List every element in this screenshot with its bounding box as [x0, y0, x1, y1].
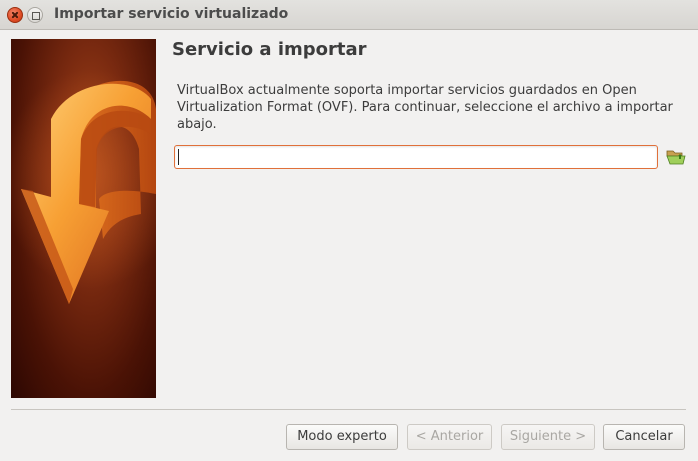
wizard-banner-image	[11, 39, 156, 398]
maximize-window-button[interactable]	[27, 7, 43, 23]
text-caret	[178, 149, 179, 165]
cancel-button[interactable]: Cancelar	[603, 424, 685, 450]
next-button[interactable]: Siguiente >	[501, 424, 595, 450]
title-bar[interactable]: Importar servicio virtualizado	[0, 0, 698, 30]
window-title: Importar servicio virtualizado	[54, 6, 289, 22]
footer-separator	[11, 409, 686, 410]
expert-mode-button[interactable]: Modo experto	[286, 424, 398, 450]
choose-file-button[interactable]	[666, 148, 686, 166]
page-title: Servicio a importar	[172, 39, 367, 60]
back-button[interactable]: < Anterior	[407, 424, 492, 450]
ovf-file-path-input[interactable]	[174, 145, 658, 169]
close-window-button[interactable]	[7, 7, 23, 23]
page-description: VirtualBox actualmente soporta importar …	[177, 83, 673, 132]
import-arrow-icon	[11, 69, 156, 304]
folder-open-icon	[666, 150, 686, 165]
import-appliance-window: Importar servicio virtualizado Servicio …	[0, 0, 698, 461]
